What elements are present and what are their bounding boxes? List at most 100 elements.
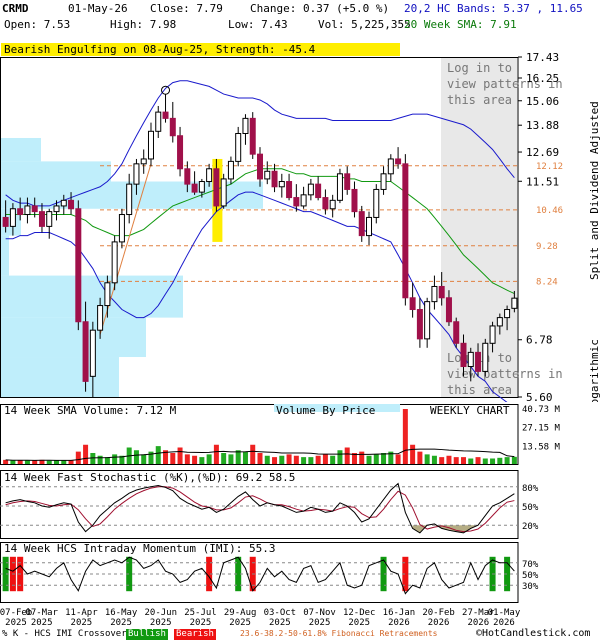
volume-bar bbox=[308, 457, 314, 464]
volume-bar bbox=[257, 453, 263, 464]
candle-body bbox=[89, 329, 96, 377]
volume-bar bbox=[453, 457, 459, 464]
fibonacci-legend: 23.6-38.2-50-61.8% Fibonacci Retracement… bbox=[240, 629, 438, 638]
candle-body bbox=[475, 351, 482, 372]
volume-title: 14 Week SMA Volume: 7.12 M bbox=[4, 404, 177, 417]
stochastic-tick-label: 20% bbox=[522, 522, 539, 532]
candle-body bbox=[104, 282, 111, 307]
volume-bar bbox=[221, 453, 227, 464]
price-tick-label: 17.43 bbox=[526, 51, 559, 64]
date-tick-label: 03-Oct bbox=[264, 608, 297, 618]
candle-body bbox=[496, 317, 503, 327]
volume-bar bbox=[402, 409, 408, 464]
fibonacci-label: 12.12 bbox=[536, 162, 563, 172]
imi-tick-label: 30% bbox=[522, 582, 539, 592]
date-tick-label: 01-May bbox=[488, 608, 521, 618]
candle-body bbox=[177, 135, 184, 170]
candle-body bbox=[133, 163, 140, 185]
login-text-bottom: this area bbox=[447, 383, 512, 397]
volume-bar bbox=[228, 454, 234, 464]
candle-body bbox=[68, 199, 75, 210]
volume-bar bbox=[446, 455, 452, 464]
candle-body bbox=[387, 158, 394, 175]
date-tick-label: 16-Jan bbox=[383, 608, 416, 618]
volume-bar bbox=[83, 444, 89, 464]
candle-body bbox=[307, 183, 314, 196]
volume-label: Vol: 5,225,355 bbox=[318, 18, 411, 31]
volume-bar bbox=[511, 456, 517, 464]
date-tick-year: 2025 bbox=[110, 618, 132, 628]
volume-by-price-bar bbox=[1, 317, 146, 358]
volume-bar bbox=[330, 455, 336, 464]
copyright[interactable]: ©HotCandlestick.com bbox=[476, 628, 590, 639]
volume-by-price-bar bbox=[1, 161, 111, 182]
volume-bar bbox=[133, 450, 139, 464]
candle-body bbox=[111, 241, 118, 284]
price-tick-label: 13.88 bbox=[526, 119, 559, 132]
volume-bar bbox=[272, 457, 278, 464]
candle-body bbox=[438, 285, 445, 299]
close-label: Close: 7.79 bbox=[150, 2, 223, 15]
candle-body bbox=[489, 325, 496, 344]
stochastic-tick-label: 50% bbox=[522, 503, 539, 513]
volume-bar bbox=[410, 444, 416, 464]
volume-bar bbox=[381, 453, 387, 464]
candle-body bbox=[2, 216, 9, 227]
candle-body bbox=[416, 309, 423, 340]
date-tick-label: 20-Jun bbox=[145, 608, 178, 618]
candle-body bbox=[198, 181, 205, 193]
stochastic-title: 14 Week Fast Stochastic (%K),(%D): 69.2 … bbox=[4, 471, 295, 484]
volume-bar bbox=[301, 457, 307, 464]
volume-bar bbox=[10, 460, 16, 464]
candle-body bbox=[344, 173, 351, 190]
login-text-bottom: view patterns in bbox=[447, 367, 563, 381]
volume-bar bbox=[250, 444, 256, 464]
volume-bar bbox=[213, 444, 219, 464]
candle-body bbox=[249, 117, 256, 155]
volume-bar bbox=[293, 455, 299, 464]
candle-body bbox=[380, 173, 387, 190]
candle-body bbox=[395, 158, 402, 165]
volume-bar bbox=[112, 454, 118, 464]
candle-body bbox=[38, 211, 45, 227]
date-tick-year: 2026 bbox=[493, 618, 515, 628]
volume-bar bbox=[3, 459, 9, 464]
candle-body bbox=[322, 197, 329, 210]
candle-body bbox=[504, 309, 511, 319]
volume-bar bbox=[17, 460, 23, 464]
date-tick-year: 2025 bbox=[190, 618, 212, 628]
candle-body bbox=[242, 117, 249, 135]
candle-body bbox=[402, 163, 409, 299]
candle-body bbox=[351, 188, 358, 213]
candle-body bbox=[431, 285, 438, 303]
candle-body bbox=[220, 178, 227, 207]
date-tick-label: 07-Mar bbox=[25, 608, 58, 618]
date-tick-year: 2026 bbox=[388, 618, 410, 628]
pattern-banner: Bearish Engulfing on 08-Aug-25, Strength… bbox=[4, 43, 316, 56]
candle-body bbox=[264, 170, 271, 180]
candle-body bbox=[445, 297, 452, 323]
login-text-top: Log in to bbox=[447, 61, 512, 75]
stochastic-tick-label: 80% bbox=[522, 484, 539, 494]
volume-bar bbox=[206, 454, 212, 464]
volume-bar bbox=[424, 454, 430, 464]
volume-bar bbox=[155, 446, 161, 464]
volume-bar bbox=[199, 457, 205, 464]
volume-bar bbox=[68, 460, 74, 464]
price-tick-label: 5.60 bbox=[526, 391, 553, 402]
volume-bar bbox=[75, 451, 81, 464]
date-tick-label: 07-Nov bbox=[303, 608, 336, 618]
date-tick-year: 2025 bbox=[31, 618, 53, 628]
candle-body bbox=[482, 342, 489, 372]
change-label: Change: 0.37 (+5.0 %) bbox=[250, 2, 390, 15]
weekly-chart-label: WEEKLY CHART bbox=[430, 404, 510, 417]
volume-bar bbox=[322, 454, 328, 464]
date-tick-label: 11-Apr bbox=[65, 608, 98, 618]
price-chart: Log in toview patterns inthis areaLog in… bbox=[0, 43, 600, 402]
candle-body bbox=[329, 199, 336, 210]
volume-bar bbox=[431, 455, 437, 464]
imi-chart: 70%50%30% 14 Week HCS Intraday Momentum (… bbox=[0, 542, 539, 603]
candle-body bbox=[424, 301, 431, 340]
date-tick-year: 2026 bbox=[428, 618, 450, 628]
candle-body bbox=[184, 168, 191, 185]
